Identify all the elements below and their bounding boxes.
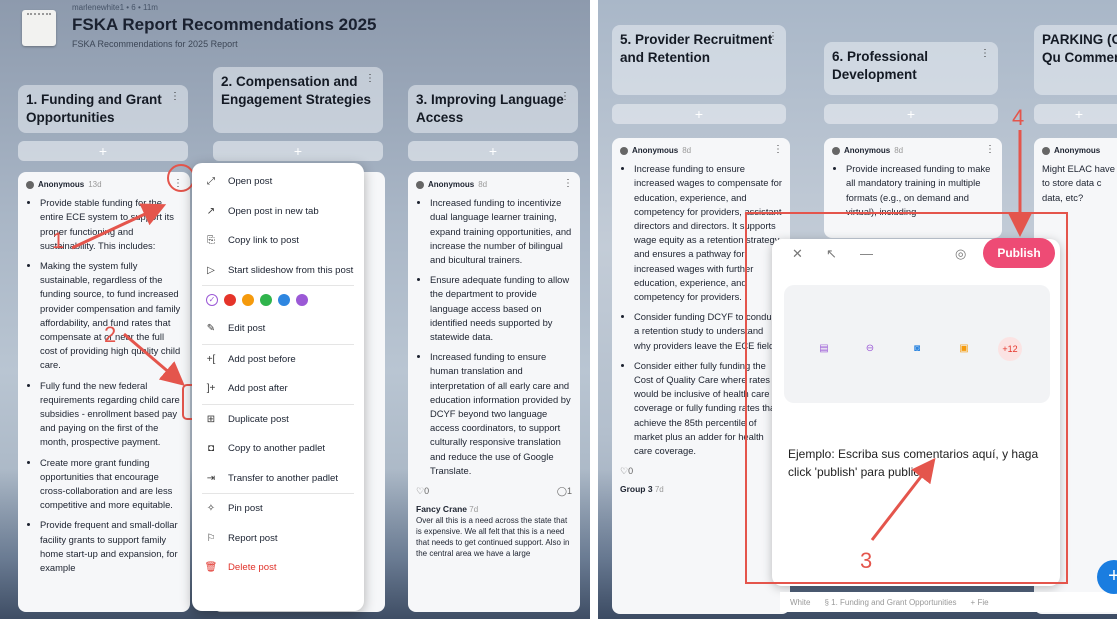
kebab-icon[interactable]: ⋮ <box>768 31 778 42</box>
play-icon: ▷ <box>207 264 215 276</box>
kebab-icon[interactable]: ⋮ <box>365 73 375 84</box>
menu-item-transfer[interactable]: ⇥ Transfer to another padlet <box>192 464 364 494</box>
list-item: Fully fund the new federal requirements … <box>40 379 182 450</box>
pencil-icon: ✎ <box>206 323 216 335</box>
kebab-icon[interactable]: ⋮ <box>980 48 990 59</box>
like-count[interactable]: ♡0 <box>416 484 429 498</box>
annotation-number: 1 <box>52 228 65 253</box>
composer-footer: White § 1. Funding and Grant Opportuniti… <box>780 592 1117 612</box>
menu-item-open-post[interactable]: ⤢ Open post <box>192 167 364 197</box>
color-purple[interactable] <box>296 294 308 306</box>
avatar <box>832 147 840 156</box>
add-post-button[interactable]: + <box>824 104 998 124</box>
list-item: Create more grant funding opportunities … <box>40 456 182 513</box>
post-card[interactable]: Anonymous8d ⋮ Increased funding to incen… <box>408 172 580 612</box>
add-after-icon: ]+ <box>206 383 216 395</box>
page-subtitle: FSKA Recommendations for 2025 Report <box>72 39 238 49</box>
like-count[interactable]: ♡0 <box>620 464 633 478</box>
page-title: FSKA Report Recommendations 2025 <box>72 15 377 34</box>
menu-item-delete[interactable]: 🗑 Delete post <box>192 553 364 583</box>
menu-item-add-after[interactable]: ]+ Add post after <box>192 374 364 404</box>
comment-count[interactable]: ◯1 <box>557 484 572 498</box>
add-post-button[interactable]: + <box>612 104 786 124</box>
avatar <box>416 181 424 190</box>
menu-item-copy-padlet[interactable]: ◘ Copy to another padlet <box>192 434 364 464</box>
list-item: Ensure adequate funding to allow the dep… <box>430 273 572 344</box>
color-blue[interactable] <box>278 294 290 306</box>
menu-item-edit-post[interactable]: ✎ Edit post <box>192 314 364 344</box>
annotation-circle <box>167 164 195 192</box>
fields-button[interactable]: + Fie <box>971 598 989 607</box>
color-red[interactable] <box>224 294 236 306</box>
column-header-5[interactable]: 5. Provider Recruitment and Retention ⋮ <box>612 25 786 95</box>
color-green[interactable] <box>260 294 272 306</box>
add-post-button[interactable]: + <box>408 141 578 161</box>
expand-icon: ⤢ <box>207 176 215 188</box>
add-post-button[interactable]: + <box>213 141 383 161</box>
color-picker: ✓ <box>192 286 364 314</box>
menu-item-copy-link[interactable]: ⎘ Copy link to post <box>192 226 364 256</box>
column-header-2[interactable]: 2. Compensation and Engagement Strategie… <box>213 67 383 133</box>
annotation-box <box>745 212 1068 584</box>
list-item: Provide increased funding to make all ma… <box>846 162 994 219</box>
color-selector[interactable]: White <box>790 598 810 607</box>
add-before-icon: +[ <box>206 353 216 365</box>
color-orange[interactable] <box>242 294 254 306</box>
column-header-1[interactable]: 1. Funding and Grant Opportunities ⋮ <box>18 85 188 133</box>
post-card[interactable]: Anonymous13d ⋮ Provide stable funding fo… <box>18 172 190 612</box>
column-header-6[interactable]: 6. Professional Development ⋮ <box>824 42 998 95</box>
section-selector[interactable]: § 1. Funding and Grant Opportunities <box>824 598 956 607</box>
board-meta: marlenewhite1 • 6 • 11m <box>72 3 158 12</box>
trash-icon: 🗑 <box>204 562 218 574</box>
column-header-7[interactable]: PARKING (Open Qu Comment <box>1034 25 1117 95</box>
menu-item-slideshow[interactable]: ▷ Start slideshow from this post <box>192 256 364 286</box>
annotation-number: 2 <box>104 322 117 347</box>
list-item: Making the system fully sustainable, reg… <box>40 259 182 373</box>
board-icon <box>22 10 56 46</box>
annotation-number: 3 <box>860 548 873 573</box>
menu-item-report[interactable]: ⚐ Report post <box>192 524 364 554</box>
add-post-button[interactable]: + <box>1034 104 1117 124</box>
kebab-icon[interactable]: ⋮ <box>563 177 573 191</box>
menu-item-open-new-tab[interactable]: ↗ Open post in new tab <box>192 197 364 227</box>
list-item: Provide frequent and small-dollar facili… <box>40 518 182 575</box>
copy-icon: ◘ <box>207 443 215 455</box>
menu-item-duplicate[interactable]: ⊞ Duplicate post <box>192 405 364 435</box>
avatar <box>1042 147 1050 156</box>
add-post-button[interactable]: + <box>18 141 188 161</box>
kebab-icon[interactable]: ⋮ <box>773 143 783 157</box>
column-header-3[interactable]: 3. Improving Language Access ⋮ <box>408 85 578 133</box>
avatar <box>26 181 34 190</box>
avatar <box>620 147 628 156</box>
list-item: Increased funding to ensure human transl… <box>430 350 572 478</box>
kebab-icon[interactable]: ⋮ <box>985 143 995 157</box>
kebab-icon[interactable]: ⋮ <box>560 91 570 102</box>
post-context-menu: ⤢ Open post ↗ Open post in new tab ⎘ Copy l… <box>192 163 364 611</box>
list-item: Increased funding to incentivize dual la… <box>430 196 572 267</box>
pin-icon: ✧ <box>206 503 216 515</box>
annotation-number: 4 <box>1012 105 1025 130</box>
comment: Fancy Crane 7d Over all this is a need a… <box>416 504 570 559</box>
kebab-icon[interactable]: ⋮ <box>170 91 180 102</box>
flag-icon: ⚐ <box>206 532 216 544</box>
comment-author: Fancy Crane <box>416 504 468 515</box>
link-icon: ⎘ <box>207 235 215 247</box>
color-white[interactable]: ✓ <box>206 294 218 306</box>
transfer-icon: ⇥ <box>206 472 216 484</box>
menu-item-add-before[interactable]: +[Add post before <box>192 345 364 375</box>
duplicate-icon: ⊞ <box>206 413 216 425</box>
external-link-icon: ↗ <box>206 205 216 217</box>
menu-item-pin[interactable]: ✧ Pin post <box>192 494 364 524</box>
